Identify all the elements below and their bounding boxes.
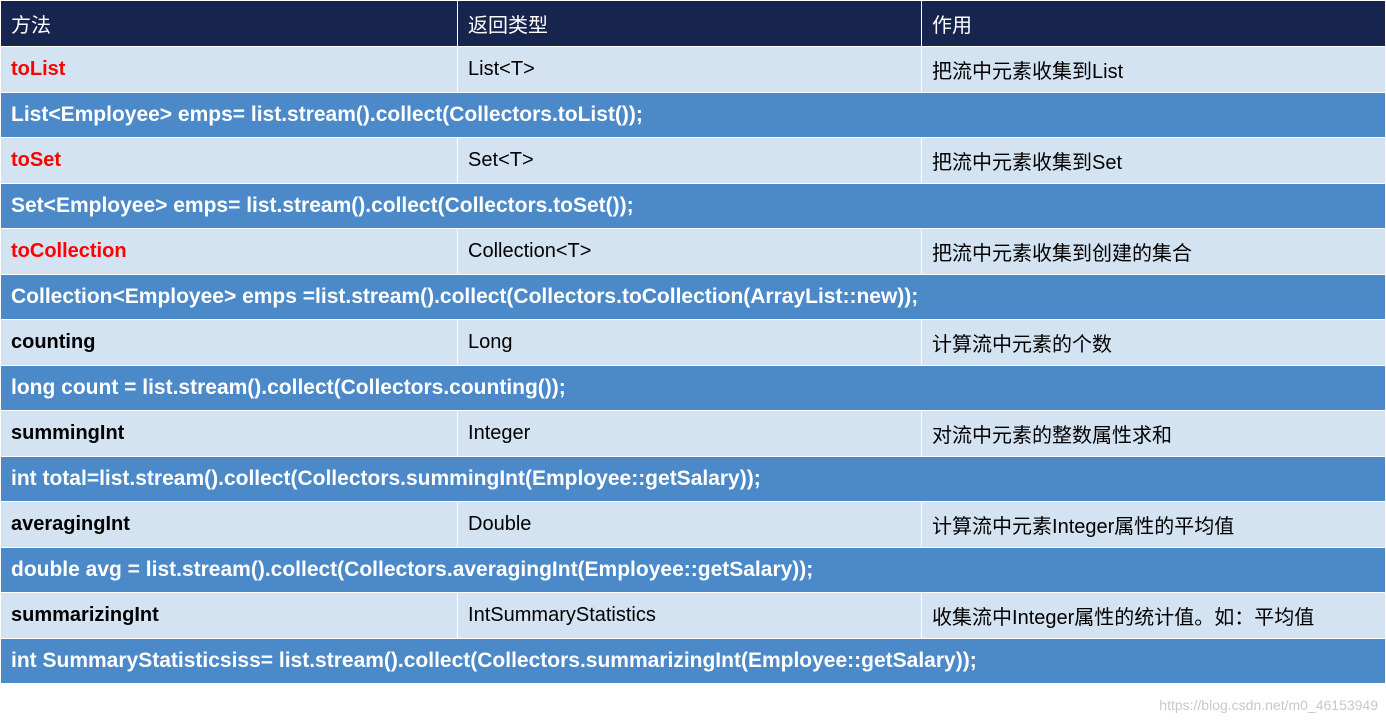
method-name: toSet (1, 138, 458, 184)
table-example-row: long count = list.stream().collect(Colle… (1, 366, 1386, 411)
return-type: Integer (458, 411, 922, 457)
method-name: toList (1, 47, 458, 93)
table-example-row: Set<Employee> emps= list.stream().collec… (1, 184, 1386, 229)
return-type: Long (458, 320, 922, 366)
return-type: Collection<T> (458, 229, 922, 275)
table-row: counting Long 计算流中元素的个数 (1, 320, 1386, 366)
return-type: IntSummaryStatistics (458, 593, 922, 639)
example-code: int SummaryStatisticsiss= list.stream().… (1, 639, 1386, 684)
method-desc: 把流中元素收集到Set (922, 138, 1386, 184)
method-desc: 把流中元素收集到创建的集合 (922, 229, 1386, 275)
header-return: 返回类型 (458, 1, 922, 47)
method-name: averagingInt (1, 502, 458, 548)
example-code: List<Employee> emps= list.stream().colle… (1, 93, 1386, 138)
header-desc: 作用 (922, 1, 1386, 47)
return-type: List<T> (458, 47, 922, 93)
table-body: toList List<T> 把流中元素收集到List List<Employe… (1, 47, 1386, 684)
header-method: 方法 (1, 1, 458, 47)
method-desc: 对流中元素的整数属性求和 (922, 411, 1386, 457)
example-code: int total=list.stream().collect(Collecto… (1, 457, 1386, 502)
method-desc: 计算流中元素Integer属性的平均值 (922, 502, 1386, 548)
table-example-row: Collection<Employee> emps =list.stream()… (1, 275, 1386, 320)
table-row: toList List<T> 把流中元素收集到List (1, 47, 1386, 93)
method-name: summingInt (1, 411, 458, 457)
method-desc: 收集流中Integer属性的统计值。如：平均值 (922, 593, 1386, 639)
method-name: toCollection (1, 229, 458, 275)
table-header-row: 方法 返回类型 作用 (1, 1, 1386, 47)
collectors-table: 方法 返回类型 作用 toList List<T> 把流中元素收集到List L… (0, 0, 1386, 684)
return-type: Double (458, 502, 922, 548)
table-row: toCollection Collection<T> 把流中元素收集到创建的集合 (1, 229, 1386, 275)
table-row: toSet Set<T> 把流中元素收集到Set (1, 138, 1386, 184)
table-row: averagingInt Double 计算流中元素Integer属性的平均值 (1, 502, 1386, 548)
table-row: summingInt Integer 对流中元素的整数属性求和 (1, 411, 1386, 457)
method-name: summarizingInt (1, 593, 458, 639)
method-name: counting (1, 320, 458, 366)
table-example-row: int SummaryStatisticsiss= list.stream().… (1, 639, 1386, 684)
return-type: Set<T> (458, 138, 922, 184)
example-code: Set<Employee> emps= list.stream().collec… (1, 184, 1386, 229)
table-example-row: List<Employee> emps= list.stream().colle… (1, 93, 1386, 138)
method-desc: 计算流中元素的个数 (922, 320, 1386, 366)
example-code: double avg = list.stream().collect(Colle… (1, 548, 1386, 593)
method-desc: 把流中元素收集到List (922, 47, 1386, 93)
watermark-text: https://blog.csdn.net/m0_46153949 (1159, 697, 1378, 713)
table-example-row: double avg = list.stream().collect(Colle… (1, 548, 1386, 593)
collectors-table-container: 方法 返回类型 作用 toList List<T> 把流中元素收集到List L… (0, 0, 1386, 684)
example-code: long count = list.stream().collect(Colle… (1, 366, 1386, 411)
table-row: summarizingInt IntSummaryStatistics 收集流中… (1, 593, 1386, 639)
example-code: Collection<Employee> emps =list.stream()… (1, 275, 1386, 320)
table-example-row: int total=list.stream().collect(Collecto… (1, 457, 1386, 502)
